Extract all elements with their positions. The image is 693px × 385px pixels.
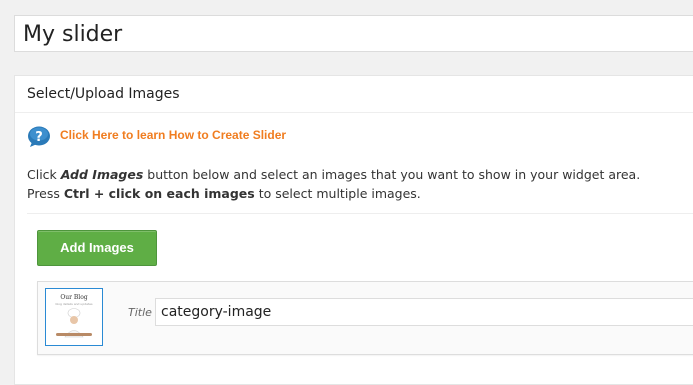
instructions-line-2: Press Ctrl + click on each images to sel… <box>27 186 421 201</box>
svg-text:?: ? <box>35 130 43 145</box>
image-title-label: Title <box>128 306 152 319</box>
add-images-button[interactable]: Add Images <box>37 230 157 266</box>
panel-heading: Select/Upload Images <box>15 76 693 113</box>
create-slider-help-link[interactable]: Click Here to learn How to Create Slider <box>60 128 286 142</box>
image-thumbnail[interactable]: Our Blog blog details and updates <box>45 288 103 346</box>
image-list-item: Our Blog blog details and updates Title … <box>37 281 693 355</box>
divider <box>27 213 693 214</box>
slider-title-input[interactable]: My slider <box>14 15 693 52</box>
chef-figure-icon <box>56 308 92 338</box>
question-bubble-icon: ? <box>27 126 51 148</box>
instructions-line-1: Click Add Images button below and select… <box>27 167 641 182</box>
image-title-input[interactable]: category-image <box>155 298 693 326</box>
instructions-text: Click Add Images button below and select… <box>27 165 640 203</box>
select-upload-images-panel: Select/Upload Images ? Click Here to lea… <box>14 75 693 385</box>
